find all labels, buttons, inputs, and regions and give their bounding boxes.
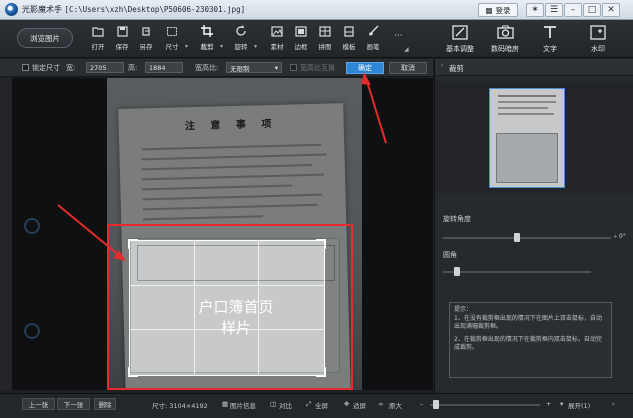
panel-title: 裁剪 [449,64,464,73]
zoom-slider-knob[interactable] [433,400,439,409]
image-info-button[interactable]: 图片信息 [230,400,256,410]
rotate-angle-label: 旋转角度 [443,215,471,223]
tips-line-2: 2、在裁剪框出现的情况下在裁剪框内双击鼠标，自动完成裁剪。 [454,335,602,352]
panel-header: › 裁剪 [435,59,633,76]
annotation-arrow [365,77,387,144]
expand-arrow-icon: ▾ [560,400,564,408]
zoom-slider-track[interactable] [430,404,540,406]
zoom-in-icon[interactable]: + [546,400,551,408]
info-icon: ▦ [222,400,229,408]
annotation-arrow [57,204,121,257]
compare-icon: ◫ [270,400,277,408]
next-image-button[interactable]: 下一张 [57,398,90,410]
fullscreen-button[interactable]: 全屏 [315,400,328,410]
preview-thumbnail [489,88,565,188]
thumbnail-text-line [498,95,556,97]
tips-title: 提示： [454,306,473,313]
rotate-slider-track[interactable] [443,237,611,239]
image-size-text: 尺寸: 3104×4192 [152,402,208,410]
tips-line-1: 1、在没有裁剪框出现的情况下在图片上双击鼠标，自动出现满幅裁剪框。 [454,314,602,331]
fit-screen-button[interactable]: 适屏 [353,400,366,410]
prev-image-button[interactable]: 上一张 [22,398,55,410]
tips-box: 提示： 1、在没有裁剪框出现的情况下在图片上双击鼠标，自动出现满幅裁剪框。 2、… [449,302,612,378]
fullscreen-icon: ⤢ [306,400,312,408]
original-size-button[interactable]: 原大 [389,400,402,410]
plus-icon: + [613,234,618,240]
compare-button[interactable]: 对比 [279,400,292,410]
corner-slider-knob[interactable] [454,267,460,276]
corner-slider-track[interactable] [443,271,591,273]
arrow-head-icon [361,72,371,85]
status-bar: 上一张 下一张 删除 尺寸: 3104×4192 ▦ 图片信息 ◫ 对比 ⤢ 全… [0,393,633,418]
rotate-slider-knob[interactable] [514,233,520,242]
thumbnail-text-line [498,101,556,103]
thumbnail-booklet [496,133,558,183]
rounded-corner-label: 圆角 [443,251,457,259]
fit-screen-icon: ✥ [344,400,350,408]
thumbnail-text-line [498,107,548,109]
original-size-icon: ∞ [378,400,384,408]
expand-button[interactable]: 展开(1) [568,400,590,410]
delete-button[interactable]: 删除 [94,398,116,410]
zoom-out-icon[interactable]: – [420,400,423,408]
chevron-right-icon[interactable]: › [612,400,615,408]
chevron-right-icon[interactable]: › [441,62,443,69]
rotate-angle-value: 0° [619,233,626,240]
thumbnail-text-line [498,113,554,115]
